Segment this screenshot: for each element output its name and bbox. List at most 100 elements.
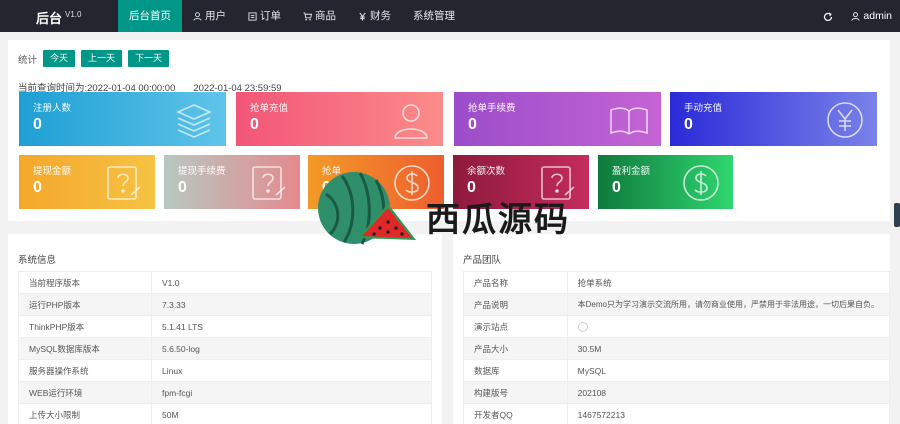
nav-system[interactable]: 系统管理: [402, 0, 466, 32]
card-value: 0: [684, 116, 693, 133]
watermark: 西瓜源码: [316, 164, 596, 260]
stat-label: 统计: [18, 54, 38, 66]
stat-card-registrations[interactable]: 注册人数 0: [19, 92, 226, 146]
nav-finance-label: 财务: [370, 10, 391, 22]
row-key: 产品名称: [463, 271, 568, 294]
table-row: 构建版号 202108: [463, 381, 891, 404]
table-row: 运行PHP版本 7.3.33: [18, 293, 432, 316]
row-key: 上传大小限制: [18, 403, 152, 424]
brand[interactable]: 后台 V1.0: [36, 8, 81, 27]
card-label: 手动充值: [684, 103, 723, 114]
user-icon: [851, 11, 860, 21]
next-day-button[interactable]: 下一天: [128, 50, 170, 67]
card-label: 抢单充值: [250, 103, 289, 114]
nav-users[interactable]: 用户: [182, 0, 237, 32]
row-value: 202108: [566, 381, 891, 404]
watermark-text: 西瓜源码: [426, 200, 570, 240]
cart-icon: [303, 11, 312, 21]
user-menu[interactable]: admin: [851, 10, 892, 22]
demo-site-link-icon[interactable]: [577, 321, 588, 332]
row-key: 演示站点: [463, 315, 568, 338]
row-value[interactable]: [566, 315, 891, 338]
table-row: ThinkPHP版本 5.1.41 LTS: [18, 315, 432, 338]
row-key: 服务器操作系统: [18, 359, 152, 382]
row-value: 7.3.33: [151, 293, 432, 316]
nav-home-label: 后台首页: [129, 10, 171, 22]
card-label: 盈利金额: [612, 166, 651, 177]
table-row: 演示站点: [463, 315, 891, 338]
nav-system-label: 系统管理: [413, 10, 455, 22]
nav-orders[interactable]: 订单: [237, 0, 292, 32]
nav-home[interactable]: 后台首页: [118, 0, 182, 32]
stat-card-withdraw-amount[interactable]: 提现金额 0: [19, 155, 155, 209]
table-row: 产品名称 抢单系统: [463, 271, 891, 294]
row-value: 1467572213: [566, 403, 891, 424]
prev-day-button[interactable]: 上一天: [81, 50, 123, 67]
card-value: 0: [250, 116, 259, 133]
card-value: 0: [178, 179, 187, 196]
table-row: 产品大小 30.5M: [463, 337, 891, 360]
stat-card-profit[interactable]: 盈利金额 0: [598, 155, 733, 209]
user-icon: [193, 11, 202, 21]
stat-card-grab-recharge[interactable]: 抢单充值 0: [236, 92, 443, 146]
table-row: 开发者QQ 1467572213: [463, 403, 891, 424]
row-key: ThinkPHP版本: [18, 315, 152, 338]
stat-card-withdraw-fee[interactable]: 提现手续费 0: [164, 155, 300, 209]
top-navbar: 后台 V1.0 后台首页 用户 订单 商品 财务 系统管理 admin: [0, 0, 900, 32]
row-key: 构建版号: [463, 381, 568, 404]
watermelon-logo-icon: [318, 172, 416, 245]
row-value: V1.0: [151, 271, 432, 294]
row-value: 5.1.41 LTS: [151, 315, 432, 338]
table-row: 服务器操作系统 Linux: [18, 359, 432, 382]
table-row: 上传大小限制 50M: [18, 403, 432, 424]
row-value: fpm-fcgi: [151, 381, 432, 404]
scrollbar-thumb[interactable]: [894, 203, 900, 227]
card-label: 抢单手续费: [468, 103, 516, 114]
row-key: 数据库: [463, 359, 568, 382]
row-value: Linux: [151, 359, 432, 382]
row-key: 当前程序版本: [18, 271, 152, 294]
dollar-icon: [683, 165, 719, 201]
table-row: 数据库 MySQL: [463, 359, 891, 382]
product-team-panel: 产品团队 产品名称 抢单系统 产品说明 本Demo只为学习演示交流所用，请勿商业使用…: [453, 234, 891, 424]
row-value: 抢单系统: [566, 271, 891, 294]
main-nav: 后台首页 用户 订单 商品 财务 系统管理: [118, 0, 466, 32]
nav-products[interactable]: 商品: [292, 0, 347, 32]
user-icon: [394, 104, 428, 139]
card-value: 0: [612, 179, 621, 196]
row-key: MySQL数据库版本: [18, 337, 152, 360]
row-value: 5.6.50-log: [151, 337, 432, 360]
stat-card-grab-fee[interactable]: 抢单手续费 0: [454, 92, 661, 146]
nav-orders-label: 订单: [260, 10, 281, 22]
order-icon: [248, 11, 257, 21]
stat-card-manual-recharge[interactable]: 手动充值 0: [670, 92, 877, 146]
product-info-table: 产品名称 抢单系统 产品说明 本Demo只为学习演示交流所用，请勿商业使用，严禁用于…: [463, 271, 891, 424]
refresh-icon[interactable]: [823, 11, 833, 22]
card-value: 0: [33, 116, 42, 133]
yen-icon: [827, 102, 863, 138]
row-key: 开发者QQ: [463, 403, 568, 424]
table-row: 当前程序版本 V1.0: [18, 271, 432, 294]
row-key: 运行PHP版本: [18, 293, 152, 316]
system-info-table: 当前程序版本 V1.0 运行PHP版本 7.3.33 ThinkPHP版本 5.1.4…: [18, 271, 432, 424]
row-key: 产品说明: [463, 293, 568, 316]
brand-title: 后台: [36, 11, 63, 26]
top-right-tools: admin: [823, 0, 892, 32]
card-value: 0: [33, 179, 42, 196]
card-value: 0: [468, 116, 477, 133]
question-note-icon: [252, 166, 286, 200]
row-value: 50M: [151, 403, 432, 424]
stat-toolbar: 统计 今天 上一天 下一天: [18, 50, 170, 67]
nav-finance[interactable]: 财务: [347, 0, 402, 32]
question-note-icon: [107, 166, 141, 200]
nav-users-label: 用户: [205, 10, 226, 22]
stack-icon: [176, 104, 212, 138]
nav-products-label: 商品: [315, 10, 336, 22]
panel-title: 系统信息: [18, 255, 57, 266]
row-value: 30.5M: [566, 337, 891, 360]
book-icon: [610, 107, 648, 135]
row-value: MySQL: [566, 359, 891, 382]
today-button[interactable]: 今天: [43, 50, 76, 67]
row-value: 本Demo只为学习演示交流所用，请勿商业使用，严禁用于非法用途，一切后果自负。: [566, 293, 891, 316]
row-key: WEB运行环境: [18, 381, 152, 404]
